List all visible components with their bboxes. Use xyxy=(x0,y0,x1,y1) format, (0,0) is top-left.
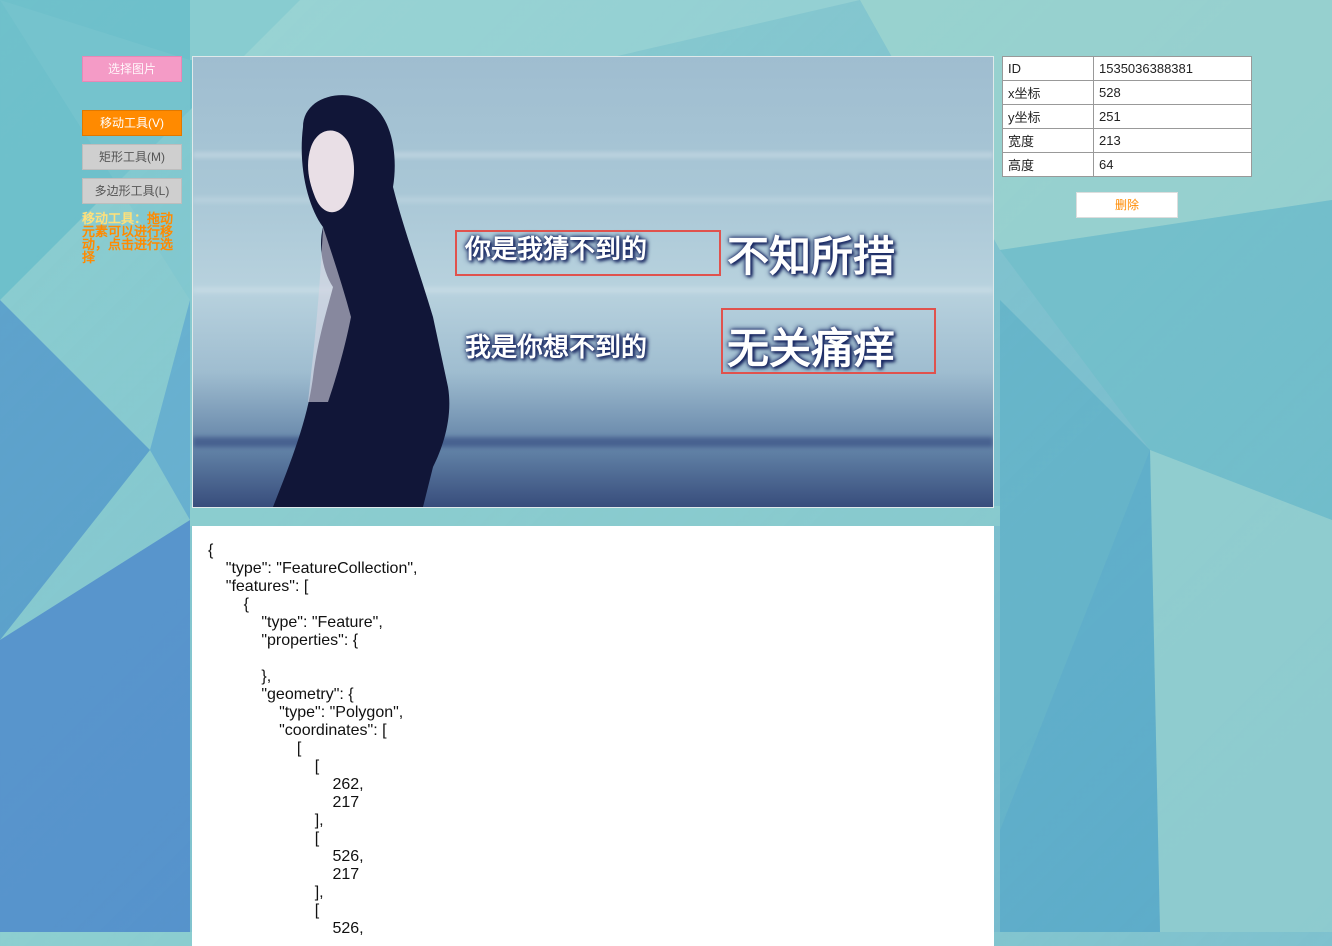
geojson-text: { "type": "FeatureCollection", "features… xyxy=(208,542,418,937)
rectangle-tool-button[interactable]: 矩形工具(M) xyxy=(82,144,182,170)
geojson-output: { "type": "FeatureCollection", "features… xyxy=(192,526,994,946)
property-row: x坐标 528 xyxy=(1002,80,1252,105)
property-key: 高度 xyxy=(1002,152,1094,177)
property-row: 高度 64 xyxy=(1002,152,1252,177)
property-key: 宽度 xyxy=(1002,128,1094,153)
annotation-canvas[interactable]: 你是我猜不到的 不知所措 我是你想不到的 无关痛痒 xyxy=(192,56,994,508)
property-key: x坐标 xyxy=(1002,80,1094,105)
annotation-rectangle[interactable] xyxy=(455,230,721,276)
woman-figure xyxy=(273,95,450,507)
property-key: ID xyxy=(1002,56,1094,81)
caption-line1-b: 不知所措 xyxy=(727,232,896,281)
property-value: 251 xyxy=(1093,104,1252,129)
property-value: 64 xyxy=(1093,152,1252,177)
move-tool-button[interactable]: 移动工具(V) xyxy=(82,110,182,136)
annotation-rectangle-selected[interactable] xyxy=(721,308,936,374)
properties-table: ID 1535036388381 x坐标 528 y坐标 251 宽度 213 … xyxy=(1002,56,1252,177)
property-row: ID 1535036388381 xyxy=(1002,56,1252,81)
property-key: y坐标 xyxy=(1002,104,1094,129)
caption-line2-a: 我是你想不到的 xyxy=(465,333,648,363)
property-value: 1535036388381 xyxy=(1093,56,1252,81)
tool-hint: 移动工具：拖动元素可以进行移动，点击进行选择 xyxy=(82,212,182,264)
delete-button[interactable]: 删除 xyxy=(1076,192,1178,218)
polygon-tool-button[interactable]: 多边形工具(L) xyxy=(82,178,182,204)
property-value: 213 xyxy=(1093,128,1252,153)
property-value: 528 xyxy=(1093,80,1252,105)
property-row: 宽度 213 xyxy=(1002,128,1252,153)
property-row: y坐标 251 xyxy=(1002,104,1252,129)
select-image-button[interactable]: 选择图片 xyxy=(82,56,182,82)
